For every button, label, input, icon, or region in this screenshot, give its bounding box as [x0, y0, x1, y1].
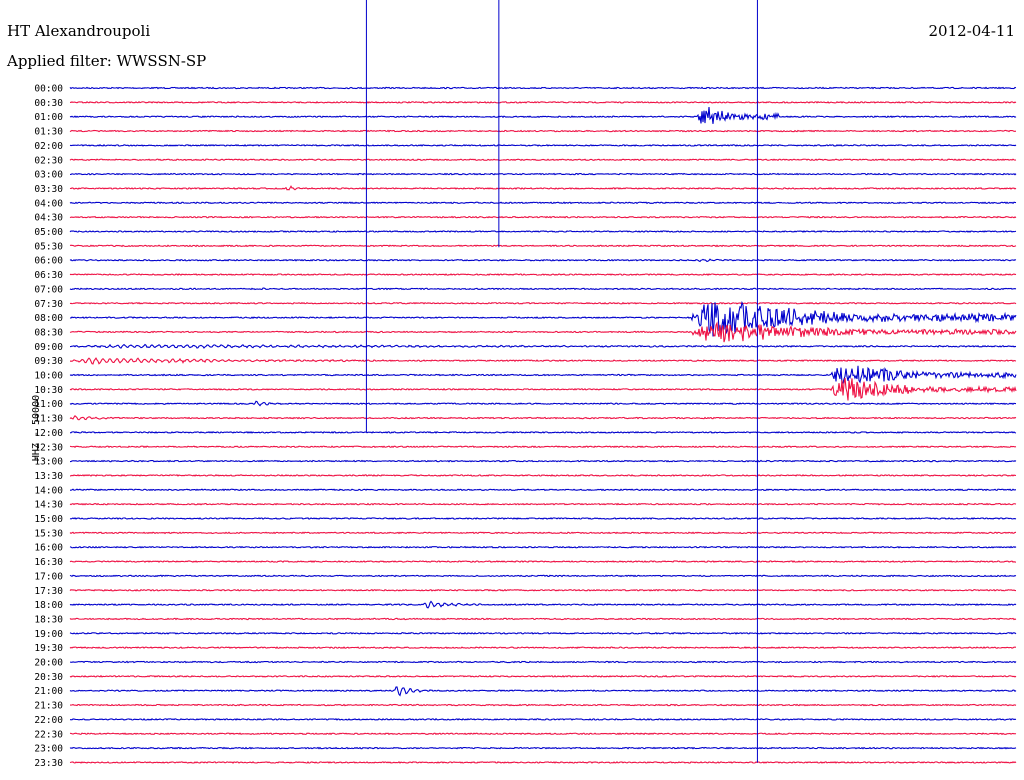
- row-time-label: 22:00: [34, 715, 63, 726]
- row-time-label: 21:00: [34, 686, 63, 697]
- trace-row: [69, 545, 1017, 549]
- trace-row: [69, 230, 1017, 233]
- trace-row: [69, 377, 1017, 401]
- trace-row: [69, 660, 1017, 664]
- channel-label: HHZ - 50000: [31, 394, 43, 462]
- trace-row: [69, 600, 1017, 609]
- row-time-label: 13:30: [34, 471, 63, 482]
- row-time-label: 15:30: [34, 528, 63, 539]
- trace-row: [69, 732, 1017, 736]
- trace-row: [69, 415, 1017, 421]
- trace-row: [69, 244, 1017, 248]
- row-time-label: 02:30: [34, 155, 63, 166]
- row-time-label: 00:00: [34, 84, 63, 95]
- row-time-label: 19:00: [34, 629, 63, 640]
- trace-row: [69, 273, 1017, 276]
- row-time-label: 03:00: [34, 170, 63, 181]
- trace-row: [69, 502, 1017, 506]
- trace-row: [69, 343, 1017, 349]
- trace-row: [69, 301, 1017, 305]
- trace-row: [69, 718, 1017, 721]
- row-time-label: 16:30: [34, 557, 63, 568]
- trace-row: [69, 287, 1017, 291]
- row-time-label: 01:30: [34, 127, 63, 138]
- filter-value: WWSSN-SP: [116, 52, 207, 70]
- trace-row: [69, 172, 1017, 176]
- trace-row: [69, 107, 1017, 124]
- trace-row: [69, 488, 1017, 492]
- trace-row: [69, 646, 1017, 649]
- trace-row: [69, 321, 1017, 343]
- trace-row: [69, 258, 1017, 263]
- row-time-label: 22:30: [34, 729, 63, 740]
- trace-row: [69, 761, 1017, 764]
- row-time-label: 10:00: [34, 371, 63, 382]
- trace-row: [69, 158, 1017, 162]
- trace-row: [69, 686, 1017, 697]
- date-label: 2012-04-11: [928, 22, 1015, 40]
- trace-row: [69, 357, 1017, 365]
- row-time-label: 04:30: [34, 213, 63, 224]
- row-time-label: 23:00: [34, 744, 63, 755]
- trace-row: [69, 531, 1017, 535]
- trace-row: [69, 143, 1017, 147]
- row-time-label: 06:30: [34, 270, 63, 281]
- trace-row: [69, 431, 1017, 434]
- row-time-label: 08:30: [34, 327, 63, 338]
- row-time-label: 00:30: [34, 98, 63, 109]
- seismic-traces: [69, 86, 1017, 764]
- trace-row: [69, 474, 1017, 477]
- row-time-label: 01:00: [34, 112, 63, 123]
- row-time-label: 18:30: [34, 614, 63, 625]
- trace-row: [69, 129, 1017, 133]
- row-time-label: 20:00: [34, 658, 63, 669]
- trace-row: [69, 574, 1017, 578]
- filter-label: Applied filter:: [7, 52, 112, 70]
- row-time-label: 14:30: [34, 500, 63, 511]
- row-time-label: 16:00: [34, 543, 63, 554]
- trace-row: [69, 445, 1017, 449]
- row-time-label: 05:00: [34, 227, 63, 238]
- trace-row: [69, 86, 1017, 90]
- row-time-label: 14:00: [34, 485, 63, 496]
- row-time-label: 04:00: [34, 198, 63, 209]
- trace-row: [69, 185, 1017, 191]
- trace-row: [69, 459, 1017, 463]
- row-time-label: 20:30: [34, 672, 63, 683]
- row-time-label: 18:00: [34, 600, 63, 611]
- trace-row: [69, 617, 1017, 621]
- row-time-label: 23:30: [34, 758, 63, 769]
- row-time-label: 05:30: [34, 241, 63, 252]
- filter-line: Applied filter: WWSSN-SP: [7, 52, 206, 70]
- trace-row: [69, 746, 1017, 750]
- row-time-label: 02:00: [34, 141, 63, 152]
- trace-row: [69, 703, 1017, 707]
- trace-row: [69, 674, 1017, 678]
- row-time-label: 03:30: [34, 184, 63, 195]
- row-time-label: 19:30: [34, 643, 63, 654]
- trace-row: [69, 631, 1017, 635]
- row-time-label: 17:30: [34, 586, 63, 597]
- row-time-label: 07:30: [34, 299, 63, 310]
- trace-row: [69, 588, 1017, 592]
- trace-row: [69, 517, 1017, 520]
- row-time-label: 09:30: [34, 356, 63, 367]
- row-time-label: 09:00: [34, 342, 63, 353]
- trace-row: [69, 100, 1017, 104]
- trace-row: [69, 201, 1017, 205]
- station-title: HT Alexandroupoli: [7, 22, 151, 40]
- row-time-label: 15:00: [34, 514, 63, 525]
- row-time-label: 06:00: [34, 256, 63, 267]
- row-time-label: 21:30: [34, 701, 63, 712]
- helicorder-plot: 00:00 00:30 01:00 01:30 02:00 02:30 03:00 03:30…: [34, 0, 1017, 769]
- trace-row: [69, 400, 1017, 407]
- row-time-label: 07:00: [34, 284, 63, 295]
- trace-row: [69, 560, 1017, 563]
- trace-row: [69, 365, 1017, 384]
- row-time-label: 17:00: [34, 571, 63, 582]
- trace-row: [69, 215, 1017, 219]
- row-time-label: 08:00: [34, 313, 63, 324]
